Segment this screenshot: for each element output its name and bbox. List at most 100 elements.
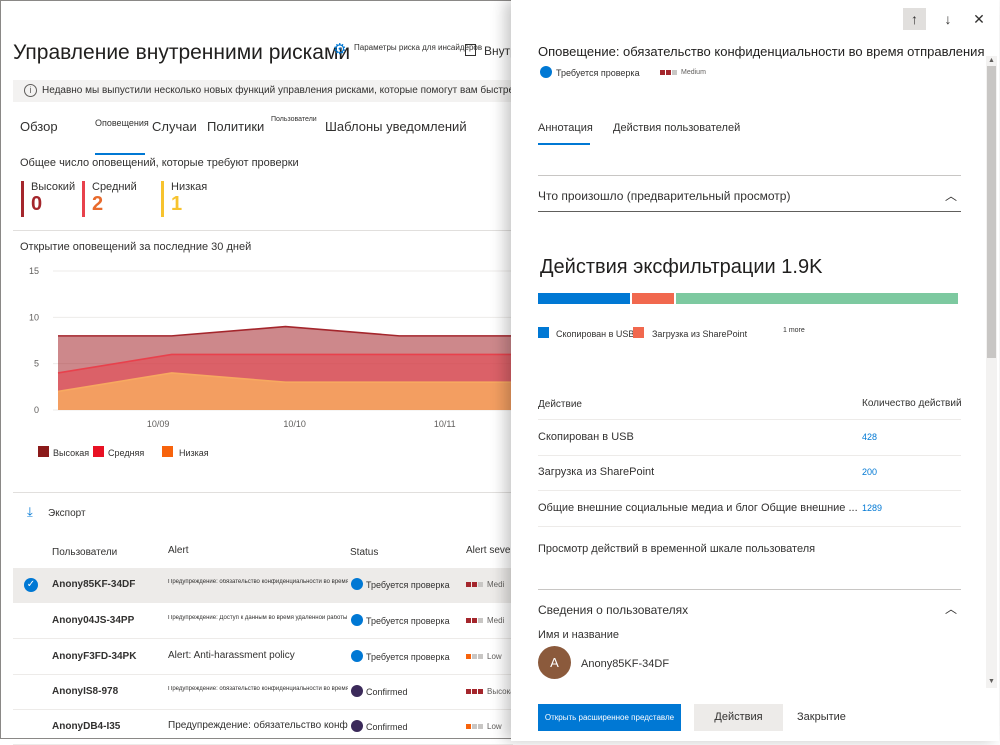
row-divider [13,602,513,603]
action-row-count[interactable]: 428 [862,432,877,442]
row-alert[interactable]: Предупреждение: Доступ к данным во время… [168,615,348,621]
scrollbar-thumb[interactable] [987,66,996,358]
export-button[interactable]: Экспорт [48,508,86,519]
panel-status: Требуется проверка [556,68,640,78]
severity-square-icon [466,654,471,660]
arrow-down-icon[interactable]: ↓ [938,8,958,30]
high-severity-label: Высокий [31,181,76,193]
insider-risk-settings-link[interactable]: Параметры риска для инсайдеров [354,43,482,52]
row-severity: Low [466,722,502,731]
tab-annotation-underline [538,143,590,145]
medium-severity-count[interactable]: Средний 2 [82,181,142,227]
scroll-down-arrow-icon[interactable]: ▼ [987,678,996,685]
page-title: Управление внутренними рисками [13,41,351,64]
divider [13,492,513,493]
panel-severity-label: Medium [681,69,706,76]
stacked-bar-segment[interactable] [632,293,675,304]
row-alert[interactable]: Предупреждение: обязательство конфиденци… [168,579,348,585]
column-header-status[interactable]: Status [350,547,378,558]
user-details-header[interactable]: Сведения о пользователях [538,603,688,617]
legend-swatch-high [38,446,49,457]
severity-square-icon [672,69,677,75]
row-severity: Medi [466,616,504,625]
avatar: A [538,646,571,679]
scroll-up-arrow-icon[interactable]: ▲ [987,57,996,64]
actions-button[interactable]: Действия [694,704,783,731]
low-severity-value: 1 [171,193,183,215]
table-separator [538,490,961,491]
tab-overview[interactable]: Обзор [20,119,58,134]
row-status: Confirmed [366,722,408,732]
x-tick-label: 10/09 [147,419,170,429]
high-severity-count[interactable]: Высокий 0 [21,181,81,227]
table-header-action: Действие [538,399,582,410]
column-header-severity[interactable]: Alert seve [466,545,510,556]
severity-square-icon [478,724,483,730]
table-row[interactable]: AnonyDB4-I35 Предупреждение: обязательств… [13,710,513,745]
y-tick-label: 0 [34,405,39,415]
tab-notice-templates[interactable]: Шаблоны уведомлений [325,119,467,134]
severity-square-icon [472,618,477,624]
arrow-up-icon[interactable]: ↑ [903,8,926,30]
status-dot-icon [351,685,363,697]
x-tick-label: 10/10 [283,419,306,429]
legend-label-medium: Средняя [108,448,145,458]
action-row-count[interactable]: 200 [862,467,877,477]
document-icon [465,44,476,56]
row-alert[interactable]: Предупреждение: обязательство конфиденци… [168,720,348,731]
close-icon[interactable]: ✕ [969,8,989,30]
y-tick-label: 10 [29,312,39,322]
tab-cases[interactable]: Случаи [152,119,197,134]
row-severity-label: Medi [487,616,505,625]
tab-users[interactable]: Пользователи [271,116,317,123]
medium-severity-bar [82,181,85,217]
row-status: Требуется проверка [366,580,450,590]
legend-swatch-medium [93,446,104,457]
medium-severity-label: Средний [92,181,137,193]
close-button[interactable]: Закрытие [797,711,846,723]
exfiltration-stacked-bar [538,293,960,304]
x-tick-label: 10/11 [434,419,456,429]
chevron-up-icon[interactable]: ︿ [945,187,959,204]
legend-more-link[interactable]: 1 more [783,327,805,334]
download-icon[interactable]: ⤓ [27,504,33,520]
stacked-bar-segment[interactable] [538,293,631,304]
low-severity-count[interactable]: Низкая 1 [161,181,221,227]
tab-user-actions[interactable]: Действия пользователей [613,122,740,134]
table-row[interactable]: AnonyF3FD-34PK Alert: Anti-harassment pol… [13,640,513,675]
row-status: Confirmed [366,687,408,697]
checkmark-icon[interactable]: ✓ [24,578,38,592]
column-header-users[interactable]: Пользователи [52,547,117,558]
row-alert[interactable]: Предупреждение: обязательство конфиденци… [168,686,348,692]
y-tick-label: 5 [34,359,39,369]
status-dot-icon [351,650,363,662]
severity-square-icon [472,654,477,660]
table-row[interactable]: Anony04JS-34PP Предупреждение: Доступ к д… [13,604,513,639]
tab-alerts[interactable]: Оповещения [95,118,149,128]
divider [13,230,513,231]
high-severity-value: 0 [31,193,43,215]
legend-label-sharepoint: Загрузка из SharePoint [652,329,748,339]
gear-icon[interactable]: ⚙ [333,42,347,57]
table-separator [538,419,961,420]
stacked-bar-segment[interactable] [676,293,958,304]
medium-severity-value: 2 [92,193,104,215]
row-severity: Low [466,652,502,661]
section-divider [538,589,961,590]
table-row[interactable]: ✓ Anony85KF-34DF Предупреждение: обязатель… [13,568,513,603]
status-dot-icon [351,614,363,626]
row-user: AnonyDB4-I35 [52,721,121,732]
y-tick-label: 15 [29,266,39,276]
severity-square-icon [666,69,671,75]
table-row[interactable]: AnonyIS8-978 Предупреждение: обязательств… [13,675,519,710]
view-timeline-link[interactable]: Просмотр действий в временной шкале поль… [538,543,815,555]
open-expanded-view-button[interactable]: Открыть расширенное представле [538,704,681,731]
user-name: Anony85KF-34DF [581,658,670,670]
action-row-count[interactable]: 1289 [862,503,882,513]
what-happened-header[interactable]: Что произошло (предварительный просмотр) [538,189,790,203]
row-alert[interactable]: Alert: Anti-harassment policy [168,650,348,661]
column-header-alert[interactable]: Alert [168,545,189,556]
tab-policies[interactable]: Политики [207,119,264,134]
tab-annotation[interactable]: Аннотация [538,122,593,134]
chevron-up-icon[interactable]: ︿ [945,600,959,617]
